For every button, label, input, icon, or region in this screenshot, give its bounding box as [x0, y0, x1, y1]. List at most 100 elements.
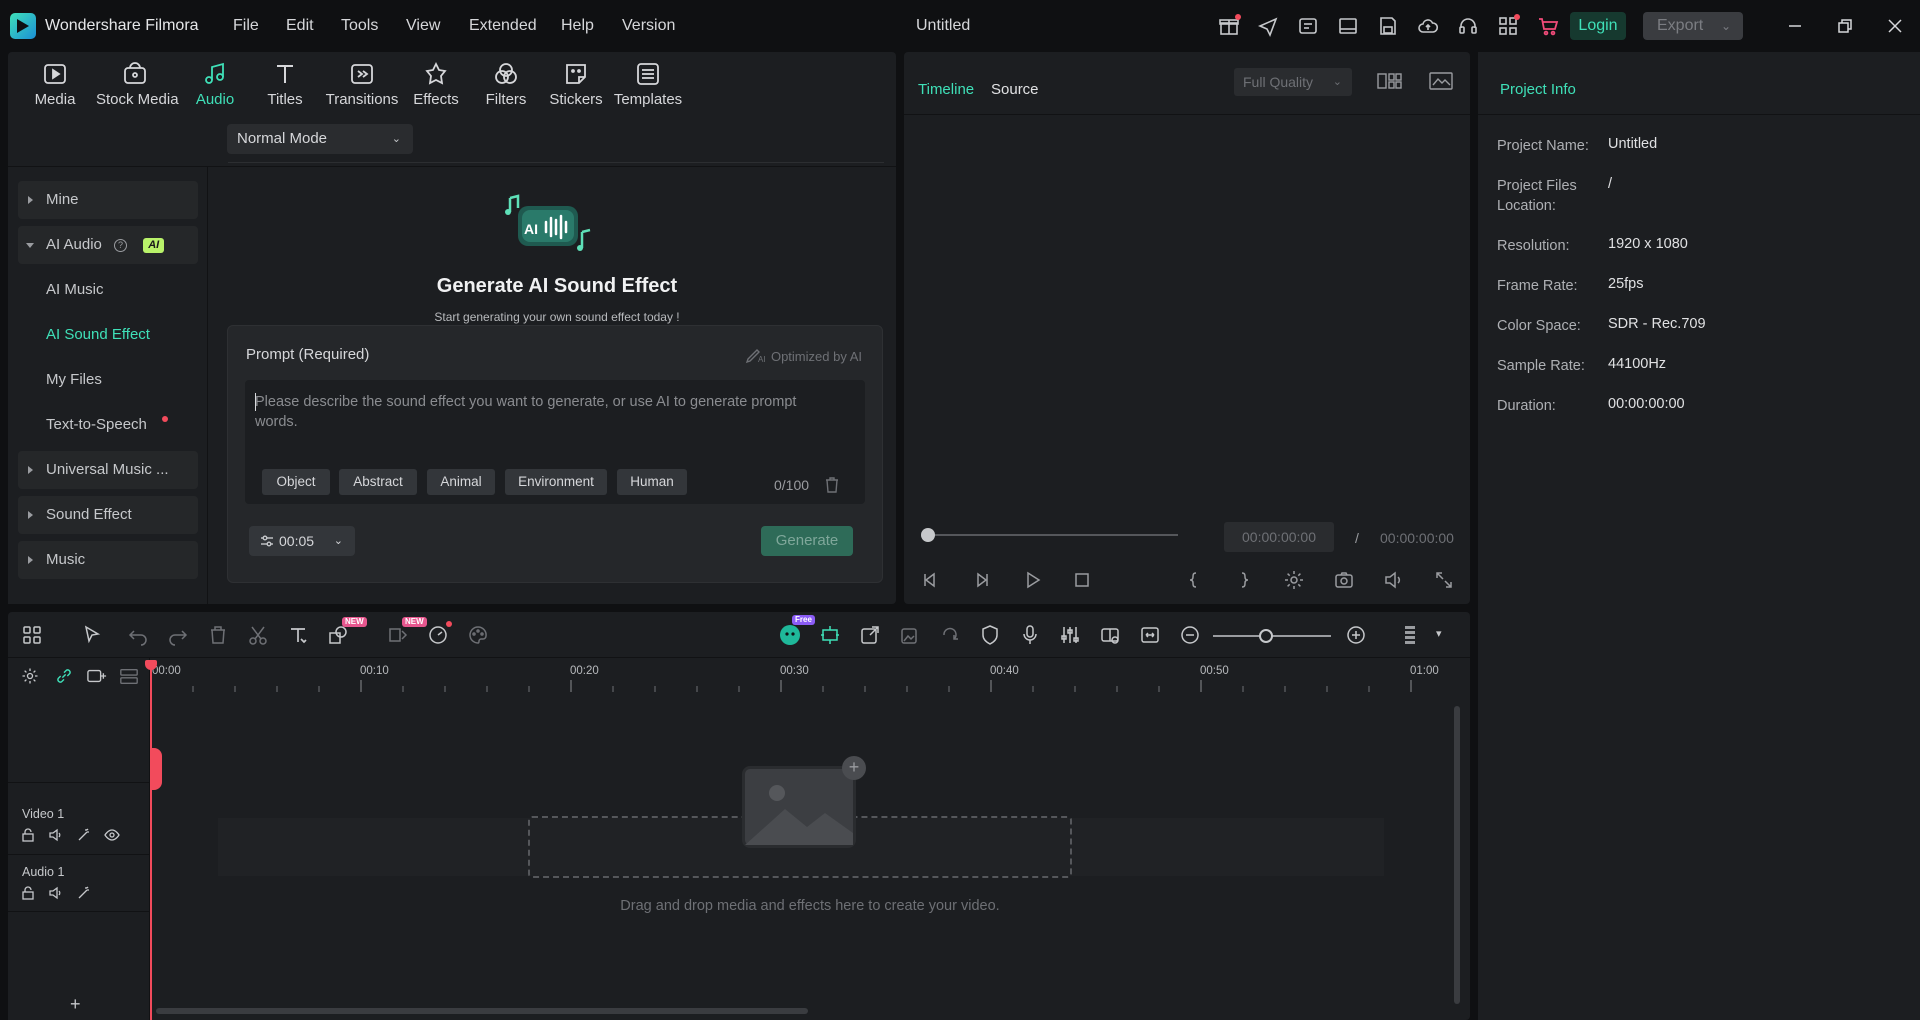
sidebar-item-universal-music[interactable]: Universal Music ...: [18, 451, 198, 489]
send-icon[interactable]: [1256, 14, 1280, 38]
sidebar-item-my-files[interactable]: My Files: [18, 361, 198, 399]
shapes-icon[interactable]: NEW: [326, 617, 367, 647]
minimize-icon[interactable]: [1783, 14, 1807, 38]
delete-icon[interactable]: [206, 623, 230, 647]
color-palette-icon[interactable]: [466, 623, 490, 647]
image-edit-icon[interactable]: [898, 623, 922, 647]
export-button[interactable]: Export ⌄: [1643, 12, 1743, 40]
tab-transitions[interactable]: Transitions: [323, 60, 401, 116]
menu-version[interactable]: Version: [622, 17, 675, 35]
login-button[interactable]: Login: [1570, 12, 1626, 40]
next-frame-icon[interactable]: [970, 568, 994, 592]
layout-grid-icon[interactable]: [20, 623, 44, 647]
tab-stock-media[interactable]: Stock Media: [96, 60, 179, 116]
sidebar-item-ai-audio[interactable]: AI Audio ? AI: [18, 226, 198, 264]
apps-grid-icon[interactable]: [1496, 14, 1520, 38]
current-timecode[interactable]: 00:00:00:00: [1224, 522, 1334, 552]
restore-icon[interactable]: [1833, 14, 1857, 38]
add-track-icon[interactable]: [86, 666, 108, 686]
menu-tools[interactable]: Tools: [341, 17, 378, 35]
previous-frame-icon[interactable]: [918, 568, 942, 592]
zoom-in-icon[interactable]: [1344, 623, 1368, 647]
mark-out-icon[interactable]: [1232, 568, 1256, 592]
speaker-icon[interactable]: [48, 885, 64, 901]
tab-stickers[interactable]: Stickers: [537, 60, 615, 116]
cut-icon[interactable]: [246, 623, 270, 647]
stop-icon[interactable]: [1070, 568, 1094, 592]
tab-effects[interactable]: Effects: [397, 60, 475, 116]
vertical-scrollbar[interactable]: [1454, 706, 1460, 1004]
add-track-button[interactable]: +: [70, 994, 81, 1015]
time-ruler[interactable]: 00:00 00:10 00:20 00:30 00:40 00:50 01:0…: [150, 658, 1470, 692]
duration-select[interactable]: 00:05 ⌄: [249, 526, 355, 556]
tab-timeline-preview[interactable]: Timeline: [918, 81, 974, 98]
preview-scrubber-handle[interactable]: [921, 528, 935, 542]
ai-speed-icon[interactable]: [426, 621, 452, 647]
chip-environment[interactable]: Environment: [505, 469, 607, 495]
ai-tool-icon[interactable]: NEW: [386, 617, 427, 647]
sidebar-item-music[interactable]: Music: [18, 541, 198, 579]
menu-help[interactable]: Help: [561, 17, 594, 35]
auto-subtitle-icon[interactable]: [818, 623, 842, 647]
generate-button[interactable]: Generate: [761, 526, 853, 556]
quality-select[interactable]: Full Quality ⌄: [1234, 68, 1352, 96]
sidebar-item-sound-effect[interactable]: Sound Effect: [18, 496, 198, 534]
magic-wand-icon[interactable]: [76, 885, 92, 901]
save-icon[interactable]: [1376, 14, 1400, 38]
headset-icon[interactable]: [1456, 14, 1480, 38]
menu-file[interactable]: File: [233, 17, 259, 35]
zoom-out-icon[interactable]: [1178, 623, 1202, 647]
menu-view[interactable]: View: [406, 17, 440, 35]
link-icon[interactable]: [54, 666, 74, 686]
track-height-icon[interactable]: [1400, 623, 1424, 647]
cloud-upload-icon[interactable]: [1416, 14, 1440, 38]
tab-titles[interactable]: Titles: [246, 60, 324, 116]
export-clip-icon[interactable]: [858, 623, 882, 647]
settings-icon[interactable]: [1282, 568, 1306, 592]
split-screen-icon[interactable]: [1098, 623, 1122, 647]
add-media-icon[interactable]: +: [842, 756, 866, 780]
track-manager-icon[interactable]: [118, 666, 140, 686]
play-icon[interactable]: [1020, 568, 1044, 592]
lock-icon[interactable]: [20, 827, 36, 843]
mark-in-icon[interactable]: [1182, 568, 1206, 592]
volume-icon[interactable]: [1382, 568, 1406, 592]
layout-icon[interactable]: [1336, 14, 1360, 38]
tab-templates[interactable]: Templates: [609, 60, 687, 116]
timeline-settings-icon[interactable]: [20, 666, 40, 686]
horizontal-scrollbar[interactable]: [156, 1008, 808, 1014]
shield-icon[interactable]: [978, 623, 1002, 647]
snapshot-icon[interactable]: [1332, 568, 1356, 592]
tab-source-preview[interactable]: Source: [991, 81, 1039, 98]
preview-scrubber-track[interactable]: [928, 534, 1178, 536]
playhead-tab[interactable]: [150, 748, 162, 790]
menu-edit[interactable]: Edit: [286, 17, 314, 35]
chip-abstract[interactable]: Abstract: [339, 469, 417, 495]
help-icon[interactable]: ?: [114, 239, 128, 252]
audio-mixer-icon[interactable]: [1058, 623, 1082, 647]
microphone-icon[interactable]: [1018, 623, 1042, 647]
playhead[interactable]: [150, 664, 152, 1020]
menu-extended[interactable]: Extended: [469, 17, 537, 35]
rotate-icon[interactable]: [938, 623, 962, 647]
tab-audio[interactable]: Audio: [176, 60, 254, 116]
select-tool-icon[interactable]: [80, 623, 104, 647]
zoom-slider-handle[interactable]: [1259, 629, 1273, 643]
chip-human[interactable]: Human: [617, 469, 687, 495]
tab-filters[interactable]: Filters: [467, 60, 545, 116]
chevron-down-icon[interactable]: ▾: [1436, 627, 1442, 640]
ai-mate-icon[interactable]: Free: [778, 615, 815, 647]
gift-icon[interactable]: [1217, 14, 1241, 38]
mode-select[interactable]: Normal Mode ⌄: [227, 124, 413, 154]
close-icon[interactable]: [1883, 14, 1907, 38]
redo-icon[interactable]: [166, 623, 190, 647]
sidebar-item-text-to-speech[interactable]: Text-to-Speech: [18, 406, 198, 444]
text-tool-icon[interactable]: [286, 623, 310, 647]
chip-object[interactable]: Object: [262, 469, 330, 495]
trash-icon[interactable]: [824, 476, 840, 494]
fit-timeline-icon[interactable]: [1138, 623, 1162, 647]
chip-animal[interactable]: Animal: [427, 469, 495, 495]
fullscreen-icon[interactable]: [1432, 568, 1456, 592]
magic-wand-icon[interactable]: [76, 827, 92, 843]
tab-media[interactable]: Media: [16, 60, 94, 116]
